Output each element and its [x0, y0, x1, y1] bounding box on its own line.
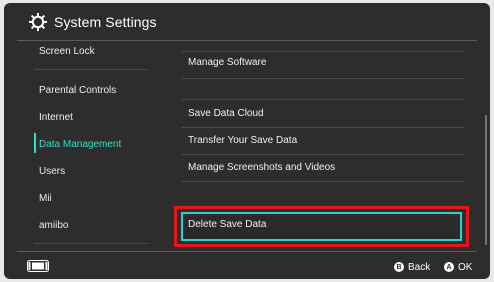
scrollbar[interactable]	[485, 115, 487, 245]
ok-label: OK	[458, 261, 473, 273]
a-button-icon: A	[444, 262, 454, 272]
manage-software-item[interactable]: Manage Software	[188, 57, 266, 68]
sidebar-item-parental-controls[interactable]: Parental Controls	[39, 85, 116, 96]
gear-icon	[29, 13, 47, 31]
sidebar-item-mii[interactable]: Mii	[39, 193, 52, 204]
ok-button[interactable]: A OK	[444, 261, 472, 273]
header: System Settings	[4, 3, 490, 41]
sidebar-divider	[34, 69, 148, 70]
selection-indicator	[34, 133, 36, 153]
b-button-icon: B	[394, 262, 404, 272]
back-label: Back	[408, 261, 431, 273]
sidebar-item-internet[interactable]: Internet	[39, 112, 73, 123]
sidebar-item-amiibo[interactable]: amiibo	[39, 220, 68, 231]
menu-divider	[182, 181, 464, 182]
system-settings-screen: System Settings Screen Lock Parental Con…	[4, 3, 490, 279]
menu-divider	[182, 99, 464, 100]
console-icon	[27, 260, 49, 272]
page-title: System Settings	[54, 14, 157, 30]
menu-divider	[182, 154, 464, 155]
sidebar-divider	[34, 243, 148, 244]
back-button[interactable]: B Back	[394, 261, 430, 273]
delete-save-data-label: Delete Save Data	[188, 219, 267, 230]
manage-screenshots-item[interactable]: Manage Screenshots and Videos	[188, 162, 335, 173]
transfer-save-data-item[interactable]: Transfer Your Save Data	[188, 135, 297, 146]
save-data-cloud-item[interactable]: Save Data Cloud	[188, 108, 264, 119]
sidebar-item-users[interactable]: Users	[39, 166, 65, 177]
menu-divider	[182, 78, 464, 79]
sidebar-item-screen-lock[interactable]: Screen Lock	[39, 46, 95, 57]
sidebar: Screen Lock Parental Controls Internet D…	[4, 41, 164, 251]
footer-divider	[17, 251, 477, 252]
menu-divider	[182, 51, 464, 52]
menu-divider	[182, 127, 464, 128]
sidebar-item-data-management[interactable]: Data Management	[39, 139, 121, 150]
